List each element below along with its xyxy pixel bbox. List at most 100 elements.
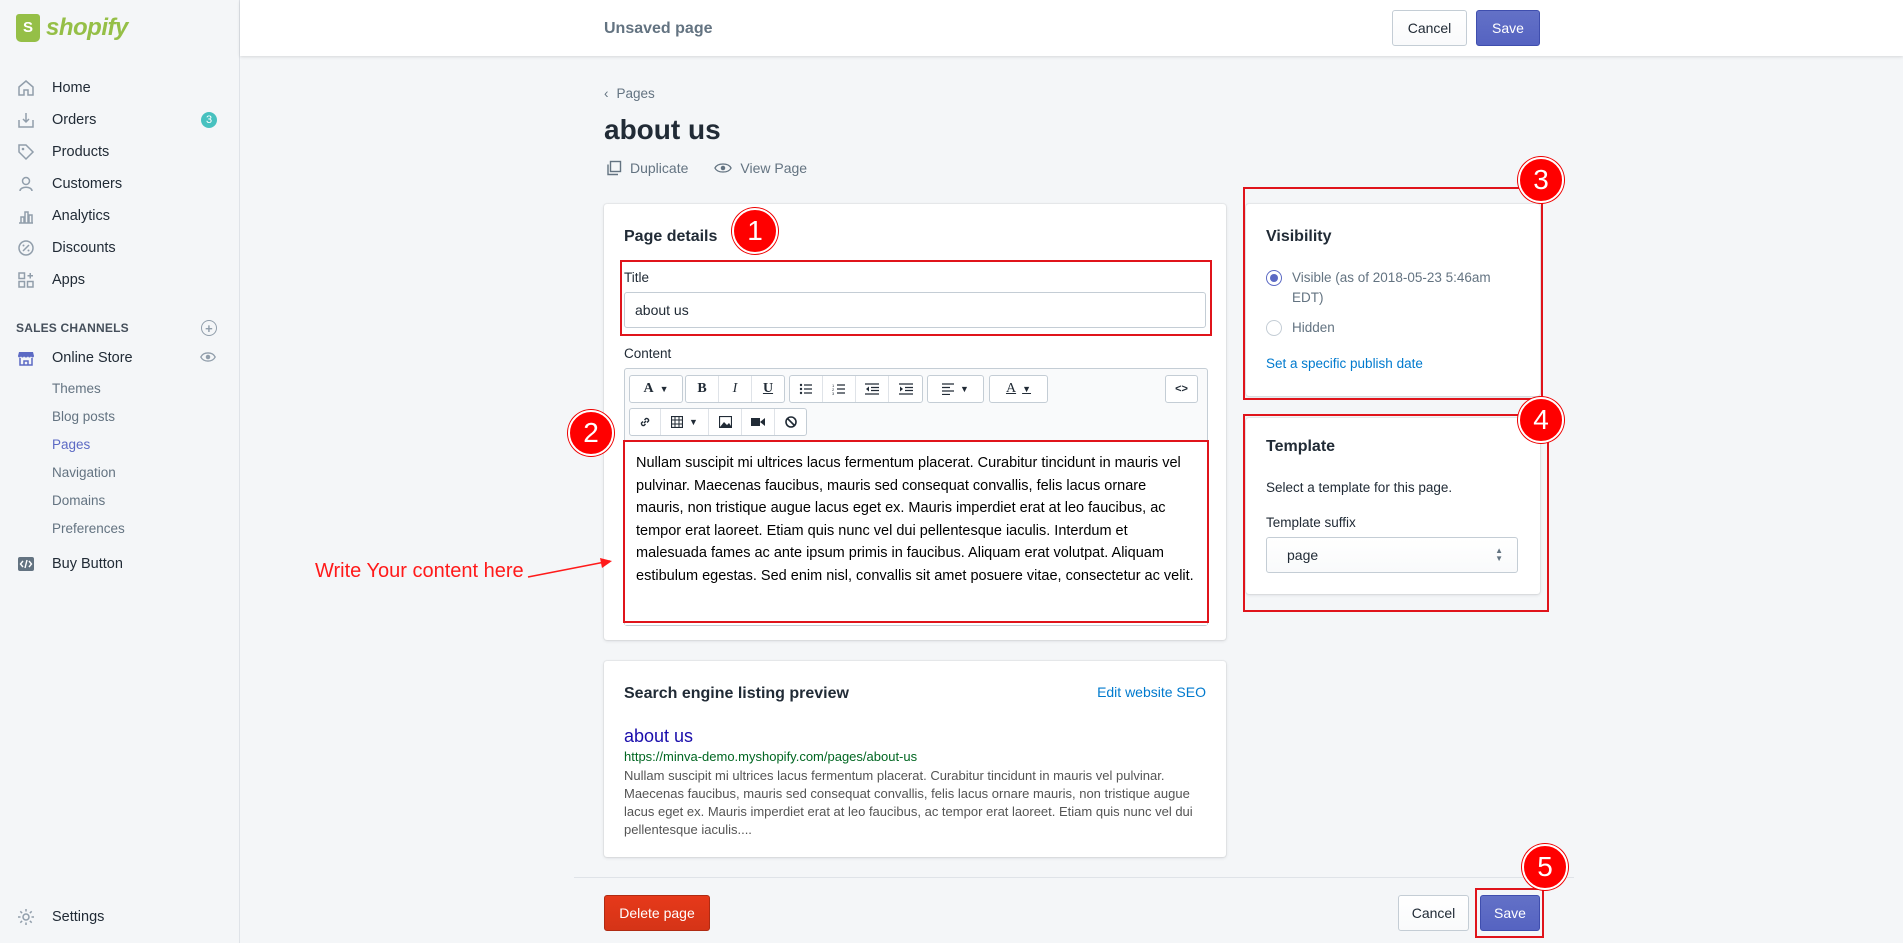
eye-icon [714,163,733,173]
align-group: ▼ [927,375,984,403]
footer-cancel-button[interactable]: Cancel [1398,895,1469,931]
page-title: about us [604,114,721,145]
code-icon [16,554,36,574]
footer-divider [574,877,1574,878]
bullet-list-icon[interactable] [790,376,823,402]
annotation-marker-2: 2 [568,410,614,456]
font-dropdown[interactable]: A ▼ [630,376,682,402]
shopify-logo[interactable]: shopify [0,0,239,56]
clear-format-icon[interactable] [775,409,806,435]
subnav-domains[interactable]: Domains [0,486,239,514]
eye-icon[interactable] [199,348,217,369]
view-page-label: View Page [740,160,808,176]
main-nav: Home Orders 3 Products Customers Analyti… [0,56,239,580]
unsaved-title: Unsaved page [604,20,713,37]
sidebar-item-orders[interactable]: Orders 3 [0,104,239,136]
outdent-icon[interactable] [856,376,889,402]
list-group: 123 [789,375,923,403]
subnav-themes[interactable]: Themes [0,374,239,402]
subnav-preferences[interactable]: Preferences [0,514,239,542]
sidebar-item-label: Online Store [52,350,133,366]
annotation-box-visibility [1243,187,1543,400]
seo-preview-description: Nullam suscipit mi ultrices lacus fermen… [624,768,1193,837]
sidebar-item-label: Products [52,144,110,160]
page-details-heading: Page details [624,228,718,245]
annotation-box-template [1243,414,1549,612]
insert-group: ▼ [629,408,807,436]
color-group: A ▼ [989,375,1048,403]
discount-icon [16,238,36,258]
sidebar-item-home[interactable]: Home [0,72,239,104]
numbered-list-icon[interactable]: 123 [823,376,856,402]
view-page-action[interactable]: View Page [714,160,807,176]
sidebar-item-analytics[interactable]: Analytics [0,200,239,232]
subnav-pages[interactable]: Pages [0,430,239,458]
duplicate-action[interactable]: Duplicate [606,160,688,176]
save-button[interactable]: Save [1476,10,1540,46]
breadcrumb[interactable]: ‹ Pages [604,86,655,101]
svg-text:3: 3 [832,391,835,395]
orders-icon [16,110,36,130]
seo-heading: Search engine listing preview [624,685,849,702]
brand-name: shopify [46,14,128,41]
sidebar-item-label: Discounts [52,240,116,256]
html-group: <> [1165,375,1198,403]
store-icon [16,348,36,368]
text-color-dropdown[interactable]: A ▼ [990,376,1047,402]
sales-channels-heading: SALES CHANNELS + [0,314,239,342]
video-icon[interactable] [742,409,775,435]
sidebar-item-buy-button[interactable]: Buy Button [0,548,239,580]
table-dropdown[interactable]: ▼ [661,409,709,435]
tag-icon [16,142,36,162]
annotation-marker-1: 1 [732,208,778,254]
annotation-box-save [1475,888,1544,938]
text-style-group: B I U [685,375,785,403]
sidebar-item-label: Customers [52,176,123,192]
font-format-group: A ▼ [629,375,683,403]
edit-seo-link[interactable]: Edit website SEO [1097,684,1206,700]
cancel-button[interactable]: Cancel [1392,10,1467,46]
subnav-blog-posts[interactable]: Blog posts [0,402,239,430]
page-actions: Duplicate View Page [606,160,807,176]
sidebar-item-label: Analytics [52,208,111,224]
image-icon[interactable] [709,409,742,435]
add-sales-channel-icon[interactable]: + [201,320,217,336]
content-label: Content [624,346,672,361]
sidebar: shopify Home Orders 3 Products Customers… [0,0,240,943]
sales-channels-label: SALES CHANNELS [16,321,129,335]
sidebar-item-apps[interactable]: Apps [0,264,239,296]
seo-preview-card: Search engine listing preview Edit websi… [604,661,1226,857]
annotation-box-content [623,440,1209,623]
sidebar-item-label: Settings [52,909,105,925]
link-icon[interactable] [630,409,661,435]
sidebar-item-label: Buy Button [52,556,123,572]
orders-count-badge: 3 [201,112,217,128]
italic-button[interactable]: I [719,376,752,402]
home-icon [16,78,36,98]
duplicate-icon [607,160,622,176]
context-bar: Unsaved page Cancel Save [240,0,1903,56]
sidebar-item-label: Apps [52,272,86,288]
duplicate-label: Duplicate [630,160,689,176]
delete-page-button[interactable]: Delete page [604,895,710,931]
align-dropdown[interactable]: ▼ [928,376,983,402]
indent-icon[interactable] [889,376,922,402]
underline-button[interactable]: U [752,376,784,402]
sidebar-item-online-store[interactable]: Online Store [0,342,239,374]
sidebar-item-discounts[interactable]: Discounts [0,232,239,264]
sidebar-item-label: Home [52,80,91,96]
bar-chart-icon [16,206,36,226]
annotation-arrow [527,558,612,578]
person-icon [16,174,36,194]
sidebar-item-products[interactable]: Products [0,136,239,168]
subnav-navigation[interactable]: Navigation [0,458,239,486]
seo-preview-title: about us [624,726,694,746]
sidebar-item-label: Orders [52,112,97,128]
sidebar-item-customers[interactable]: Customers [0,168,239,200]
bold-button[interactable]: B [686,376,719,402]
gear-icon [16,907,36,927]
apps-icon [16,270,36,290]
sidebar-item-settings[interactable]: Settings [0,901,104,933]
html-source-button[interactable]: <> [1166,376,1197,402]
breadcrumb-pages[interactable]: Pages [617,86,655,101]
